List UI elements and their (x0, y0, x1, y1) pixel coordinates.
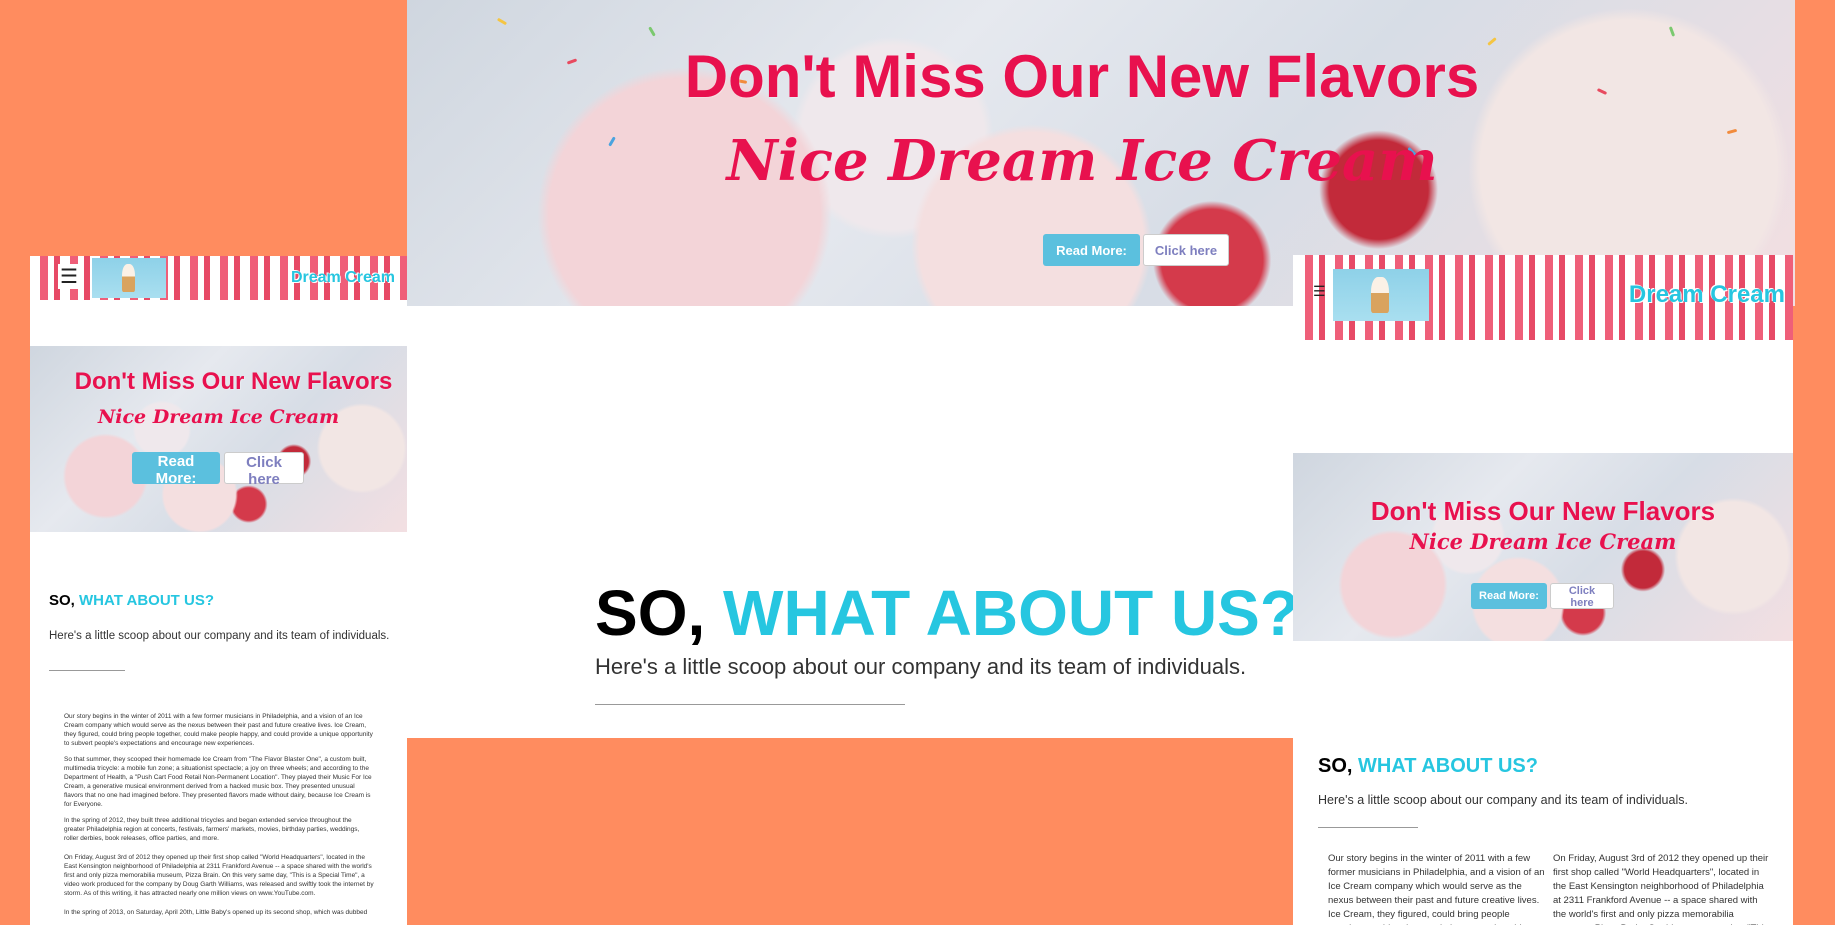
story-paragraph: Our story begins in the winter of 2011 w… (64, 713, 373, 747)
mobile-story: Our story begins in the winter of 2011 w… (64, 712, 374, 917)
mobile-about-divider (49, 670, 125, 671)
story-paragraph: In the spring of 2013, on Saturday, Apri… (64, 909, 368, 916)
tablet-click-here-button[interactable]: Click here (1550, 583, 1614, 609)
tablet-hero: Don't Miss Our New Flavors Nice Dream Ic… (1293, 453, 1793, 641)
story-paragraph: In the spring of 2012, they built three … (64, 817, 360, 842)
tablet-about-tagline: Here's a little scoop about our company … (1318, 793, 1688, 807)
mobile-hero-subtitle: Nice Dream Ice Cream (97, 406, 340, 428)
click-here-button[interactable]: Click here (1143, 234, 1229, 266)
tablet-navbar: ☰ Dream Cream (1295, 255, 1793, 340)
tablet-hero-subtitle: Nice Dream Ice Cream (1409, 529, 1677, 554)
mobile-navbar: ☰ Dream Cream (30, 256, 407, 300)
about-tagline: Here's a little scoop about our company … (595, 654, 1247, 679)
tablet-story-col-right: On Friday, August 3rd of 2012 they opene… (1553, 853, 1769, 925)
mobile-read-more-button[interactable]: Read More: (132, 452, 220, 487)
about-heading-so: SO, (595, 577, 706, 649)
mobile-click-here-button[interactable]: Click here (224, 452, 304, 488)
story-paragraph: So that summer, they scooped their homem… (64, 756, 372, 808)
logo-image[interactable] (92, 258, 166, 298)
brand-name[interactable]: Dream Cream (291, 269, 395, 287)
tablet-mockup: ☰ Dream Cream Don't Miss Our New Flavors… (1293, 255, 1793, 925)
about-heading: SO, WHAT ABOUT US? (595, 574, 1299, 652)
about-heading-highlight: WHAT ABOUT US? (723, 577, 1299, 649)
mobile-mockup: ☰ Dream Cream Don't Miss Our New Flavors… (30, 256, 407, 925)
tablet-read-more-button[interactable]: Read More: (1471, 583, 1547, 609)
hero-subtitle: Nice Dream Ice Cream (726, 128, 1438, 194)
story-paragraph: On Friday, August 3rd of 2012 they opene… (64, 854, 374, 897)
tablet-hamburger-menu-icon[interactable]: ☰ (1313, 283, 1326, 300)
read-more-button[interactable]: Read More: (1043, 234, 1140, 266)
tablet-brand-name[interactable]: Dream Cream (1629, 281, 1785, 309)
tablet-story-col-left: Our story begins in the winter of 2011 w… (1328, 853, 1545, 925)
mobile-about-tagline: Here's a little scoop about our company … (49, 630, 390, 642)
mobile-hero: Don't Miss Our New Flavors Nice Dream Ic… (30, 346, 407, 532)
mobile-about-heading: SO, WHAT ABOUT US? (49, 592, 214, 609)
tablet-about-heading: SO, WHAT ABOUT US? (1318, 755, 1538, 778)
tablet-hero-title: Don't Miss Our New Flavors (1370, 496, 1716, 526)
about-divider (595, 704, 905, 705)
hamburger-menu-icon[interactable]: ☰ (58, 264, 80, 289)
tablet-about-divider (1318, 827, 1418, 828)
mobile-about-highlight: WHAT ABOUT US? (79, 592, 214, 609)
mobile-hero-title: Don't Miss Our New Flavors (74, 368, 393, 395)
tablet-about-highlight: WHAT ABOUT US? (1358, 755, 1538, 777)
tablet-logo-image[interactable] (1333, 269, 1429, 321)
desktop-about-section: SO, WHAT ABOUT US? Here's a little scoop… (407, 306, 1299, 738)
hero-title: Don't Miss Our New Flavors (684, 43, 1480, 110)
tablet-about-so: SO, (1318, 755, 1353, 777)
mobile-about-so: SO, (49, 592, 75, 609)
